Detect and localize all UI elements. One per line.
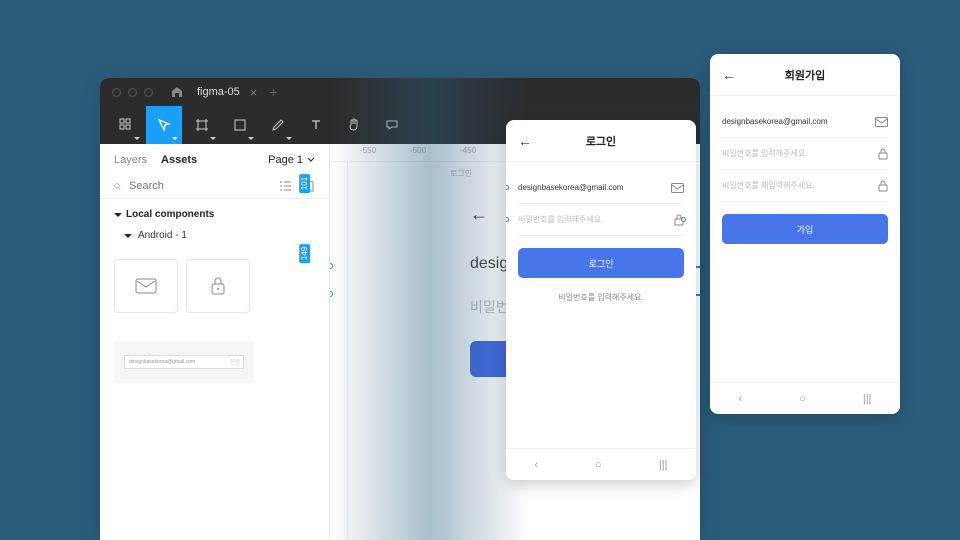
file-tab[interactable]: figma-05 × (197, 85, 257, 100)
lock-icon (878, 148, 888, 160)
mail-icon (135, 278, 157, 294)
login-mockup: ▪ ◼ ◻ ← 로그인 designbasekorea@gmail.com 비밀… (506, 120, 696, 480)
nav-recent-icon[interactable]: ||| (659, 459, 668, 471)
signup-title: 회원가입 (736, 67, 874, 83)
signup-mockup: ▪ ◼ ◻ ← 회원가입 designbasekorea@gmail.com 비… (710, 54, 900, 414)
selection-handle (681, 217, 686, 222)
close-window-icon[interactable] (112, 88, 121, 97)
login-error: 비밀번호를 입력해주세요. (518, 292, 684, 303)
confirm-password-field[interactable]: 비밀번호를 재입력해주세요. (722, 180, 815, 191)
comment-tool[interactable] (374, 106, 410, 144)
nav-home-icon[interactable]: ○ (799, 393, 806, 405)
nav-home-icon[interactable]: ○ (595, 459, 602, 471)
search-input[interactable] (129, 180, 271, 192)
android-navbar: ‹ ○ ||| (506, 448, 696, 480)
maximize-window-icon[interactable] (144, 88, 153, 97)
login-button[interactable]: 로그인 (518, 248, 684, 278)
page-name: Page 1 (268, 154, 303, 166)
traffic-lights (112, 88, 153, 97)
minimize-window-icon[interactable] (128, 88, 137, 97)
subsection-label: Android - 1 (138, 230, 187, 241)
textfield-comp-value: designbasekorea@gmail.com (129, 359, 195, 365)
pen-tool[interactable] (260, 106, 296, 144)
password-field[interactable]: 비밀번호를 입력해주세요. (722, 148, 807, 159)
ruler-vertical (330, 162, 348, 540)
component-textfield[interactable]: designbasekorea@gmail.com (114, 341, 254, 383)
search-icon (114, 181, 121, 192)
login-title: 로그인 (532, 133, 670, 149)
signup-button[interactable]: 가입 (722, 214, 888, 244)
nav-back-icon[interactable]: ‹ (739, 393, 743, 405)
local-components-section[interactable]: Local components (100, 199, 329, 226)
component-lock[interactable] (186, 259, 250, 313)
mail-icon (875, 117, 888, 127)
dimension-badge: 101 (299, 174, 310, 193)
email-field[interactable]: designbasekorea@gmail.com (722, 117, 828, 126)
shape-tool[interactable] (222, 106, 258, 144)
nav-back-icon[interactable]: ‹ (535, 459, 539, 471)
frame-title: 로그인 (450, 168, 472, 179)
page-selector[interactable]: Page 1 (268, 154, 315, 166)
component-mail[interactable] (114, 259, 178, 313)
file-tab-name: figma-05 (197, 86, 240, 98)
android-subsection[interactable]: Android - 1 (100, 226, 329, 249)
list-view-icon[interactable] (279, 181, 292, 192)
email-field[interactable]: designbasekorea@gmail.com (518, 183, 624, 192)
hand-tool[interactable] (336, 106, 372, 144)
nav-recent-icon[interactable]: ||| (863, 393, 872, 405)
section-label: Local components (126, 209, 214, 220)
dimension-badge: 149 (299, 244, 310, 263)
text-tool[interactable] (298, 106, 334, 144)
home-icon[interactable] (171, 86, 183, 98)
mail-icon (671, 183, 684, 193)
selection-handle (506, 217, 509, 222)
chevron-down-icon (307, 156, 315, 164)
tab-layers[interactable]: Layers (114, 154, 147, 166)
back-arrow-icon[interactable]: ← (518, 133, 532, 149)
password-field[interactable]: 비밀번호를 입력해주세요. (518, 214, 603, 225)
tab-assets[interactable]: Assets (161, 154, 197, 166)
frame-tool[interactable] (184, 106, 220, 144)
status-dots-icon: ▪ ◼ ◻ (657, 120, 690, 121)
lock-icon (210, 276, 226, 296)
status-dots-icon: ▪ ◼ ◻ (861, 54, 894, 55)
titlebar: figma-05 × + (100, 78, 700, 106)
new-tab-button[interactable]: + (269, 84, 277, 100)
selection-handle (506, 185, 509, 190)
back-arrow-icon[interactable]: ← (722, 67, 736, 83)
android-navbar: ‹ ○ ||| (710, 382, 900, 414)
close-tab-icon[interactable]: × (250, 85, 258, 100)
move-tool[interactable] (146, 106, 182, 144)
mail-icon (231, 359, 239, 365)
figma-menu-icon[interactable] (108, 106, 144, 144)
left-panel: Layers Assets Page 1 Local components (100, 144, 330, 540)
lock-icon (878, 180, 888, 192)
